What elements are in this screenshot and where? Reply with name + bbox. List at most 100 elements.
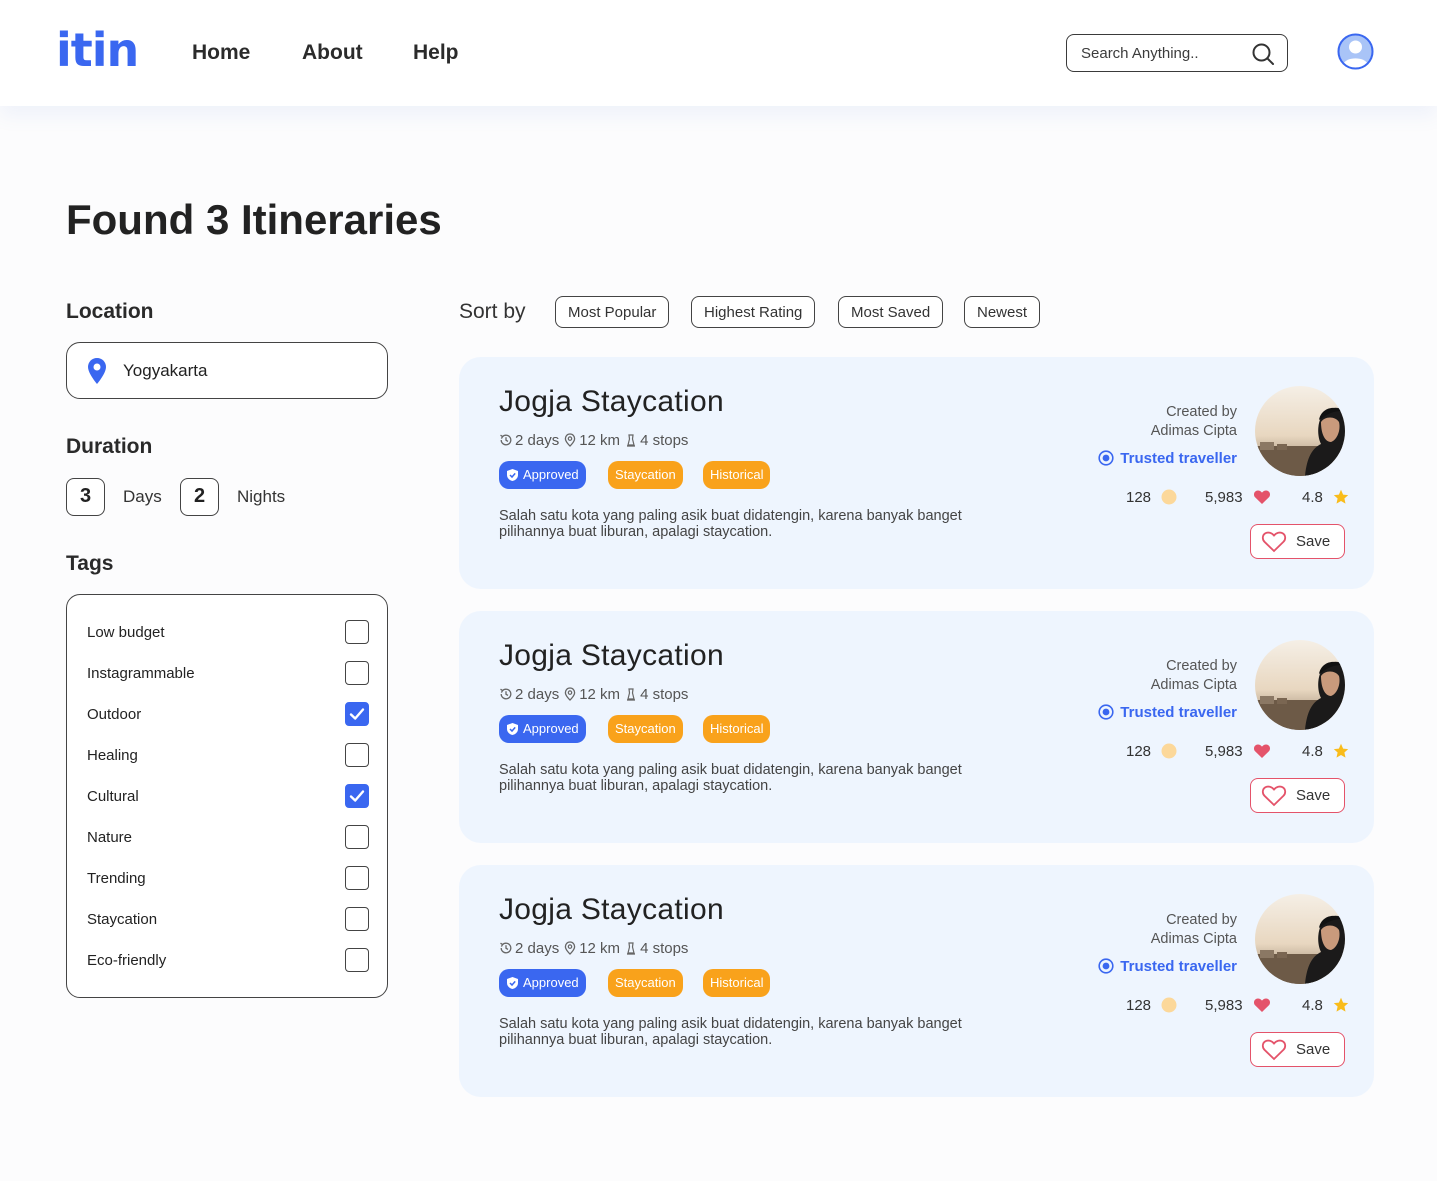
- tag-row[interactable]: Nature: [87, 825, 369, 851]
- nav-help-link[interactable]: Help: [413, 40, 459, 66]
- tag-label: Staycation: [87, 911, 158, 928]
- creator-photo[interactable]: [1255, 386, 1345, 476]
- itinerary-card[interactable]: Jogja Staycation 2 days 12 km 4 stops Approv…: [459, 611, 1374, 843]
- heart-icon: [1253, 490, 1270, 504]
- tag-row[interactable]: Instagrammable: [87, 661, 369, 687]
- tag-checkbox[interactable]: [345, 866, 369, 890]
- approved-badge: Approved: [499, 969, 586, 997]
- comments-count: 128: [1126, 489, 1152, 506]
- tag-row[interactable]: Healing: [87, 743, 369, 769]
- tag-checkbox[interactable]: [345, 620, 369, 644]
- tag-badge-staycation: Staycation: [608, 969, 683, 997]
- itinerary-card[interactable]: Jogja Staycation 2 days 12 km 4 stops Approv…: [459, 865, 1374, 1097]
- page-title: Found 3 Itineraries: [66, 196, 442, 243]
- tag-label: Cultural: [87, 788, 139, 805]
- tag-row[interactable]: Staycation: [87, 907, 369, 933]
- sort-newest-button[interactable]: Newest: [964, 296, 1041, 328]
- nights-input[interactable]: 2: [180, 478, 219, 516]
- itinerary-days: 2 days: [515, 939, 560, 957]
- save-button[interactable]: Save: [1250, 778, 1345, 813]
- creator-name[interactable]: Adimas Cipta: [1151, 422, 1237, 441]
- tag-label: Healing: [87, 747, 138, 764]
- landmark-icon: [627, 942, 636, 955]
- save-button-label: Save: [1296, 533, 1331, 550]
- tag-row[interactable]: Low budget: [87, 620, 369, 646]
- sort-label: Sort by: [459, 300, 526, 323]
- tag-row[interactable]: Outdoor: [87, 702, 369, 728]
- likes-count: 5,983: [1205, 743, 1243, 760]
- sort-highest-rating-button[interactable]: Highest Rating: [691, 296, 816, 328]
- tags-heading: Tags: [66, 552, 114, 575]
- user-avatar-icon[interactable]: [1337, 33, 1374, 70]
- itinerary-stops: 4 stops: [640, 939, 689, 957]
- heart-icon: [1253, 998, 1270, 1012]
- tag-row[interactable]: Eco-friendly: [87, 948, 369, 974]
- sort-most-popular-button[interactable]: Most Popular: [555, 296, 670, 328]
- tag-checkbox[interactable]: [345, 907, 369, 931]
- itinerary-title[interactable]: Jogja Staycation: [499, 639, 724, 673]
- tag-badge-historical: Historical: [703, 461, 771, 489]
- location-value: Yogyakarta: [123, 361, 208, 380]
- itinerary-title[interactable]: Jogja Staycation: [499, 893, 724, 927]
- tag-badge-staycation: Staycation: [608, 461, 683, 489]
- search-box: [1066, 34, 1288, 72]
- sort-most-saved-button[interactable]: Most Saved: [838, 296, 944, 328]
- itinerary-distance: 12 km: [579, 939, 621, 957]
- search-icon[interactable]: [1251, 42, 1275, 66]
- comment-icon: [1161, 997, 1177, 1013]
- itin-logo[interactable]: itin: [56, 22, 139, 78]
- itinerary-stops: 4 stops: [640, 685, 689, 703]
- search-input[interactable]: [1081, 43, 1241, 63]
- save-button[interactable]: Save: [1250, 524, 1345, 559]
- tag-checkbox[interactable]: [345, 661, 369, 685]
- creator-name[interactable]: Adimas Cipta: [1151, 676, 1237, 695]
- approved-badge-label: Approved: [523, 721, 579, 736]
- tag-row[interactable]: Trending: [87, 866, 369, 892]
- itinerary-title[interactable]: Jogja Staycation: [499, 385, 724, 419]
- nav-home-link[interactable]: Home: [192, 40, 250, 66]
- tag-row[interactable]: Cultural: [87, 784, 369, 810]
- itinerary-meta: 2 days 12 km 4 stops: [499, 685, 692, 703]
- creator-photo[interactable]: [1255, 640, 1345, 730]
- itinerary-days: 2 days: [515, 685, 560, 703]
- save-button[interactable]: Save: [1250, 1032, 1345, 1067]
- days-input[interactable]: 3: [66, 478, 105, 516]
- star-icon: [1333, 489, 1349, 504]
- tag-label: Nature: [87, 829, 133, 846]
- creator-photo[interactable]: [1255, 894, 1345, 984]
- tag-checkbox[interactable]: [345, 825, 369, 849]
- nav-about-link[interactable]: About: [302, 40, 363, 66]
- tag-badge-staycation: Staycation: [608, 715, 683, 743]
- created-by-label: Created by: [1166, 404, 1237, 420]
- tag-badge-historical: Historical: [703, 715, 771, 743]
- likes-stat: 5,983: [1205, 743, 1271, 760]
- approved-badge: Approved: [499, 461, 586, 489]
- location-pin-icon: [87, 357, 107, 385]
- creator-info: Created by Adimas Cipta: [1151, 657, 1237, 695]
- checkmark-icon: [349, 708, 365, 720]
- trusted-traveller-label: Trusted traveller: [1120, 958, 1237, 975]
- location-field[interactable]: Yogyakarta: [66, 342, 388, 399]
- comments-stat: 128: [1126, 489, 1177, 506]
- save-button-label: Save: [1296, 1041, 1331, 1058]
- verified-icon: [1098, 957, 1114, 974]
- creator-name[interactable]: Adimas Cipta: [1151, 930, 1237, 949]
- itinerary-meta: 2 days 12 km 4 stops: [499, 939, 692, 957]
- tag-checkbox[interactable]: [345, 784, 369, 808]
- tag-checkbox[interactable]: [345, 948, 369, 972]
- rating-stat: 4.8: [1302, 489, 1349, 506]
- location-icon: [564, 433, 576, 447]
- history-icon: [500, 942, 512, 954]
- top-navigation-bar: itin Home About Help: [0, 0, 1437, 106]
- tag-checkbox[interactable]: [345, 702, 369, 726]
- shield-check-icon: [507, 722, 518, 735]
- itinerary-card[interactable]: Jogja Staycation 2 days 12 km 4 stops Approv…: [459, 357, 1374, 589]
- trusted-traveller-label: Trusted traveller: [1120, 450, 1237, 467]
- tag-checkbox[interactable]: [345, 743, 369, 767]
- comments-count: 128: [1126, 743, 1152, 760]
- approved-badge-label: Approved: [523, 975, 579, 990]
- history-icon: [500, 434, 512, 446]
- created-by-label: Created by: [1166, 658, 1237, 674]
- rating-value: 4.8: [1302, 743, 1323, 760]
- itinerary-meta: 2 days 12 km 4 stops: [499, 431, 692, 449]
